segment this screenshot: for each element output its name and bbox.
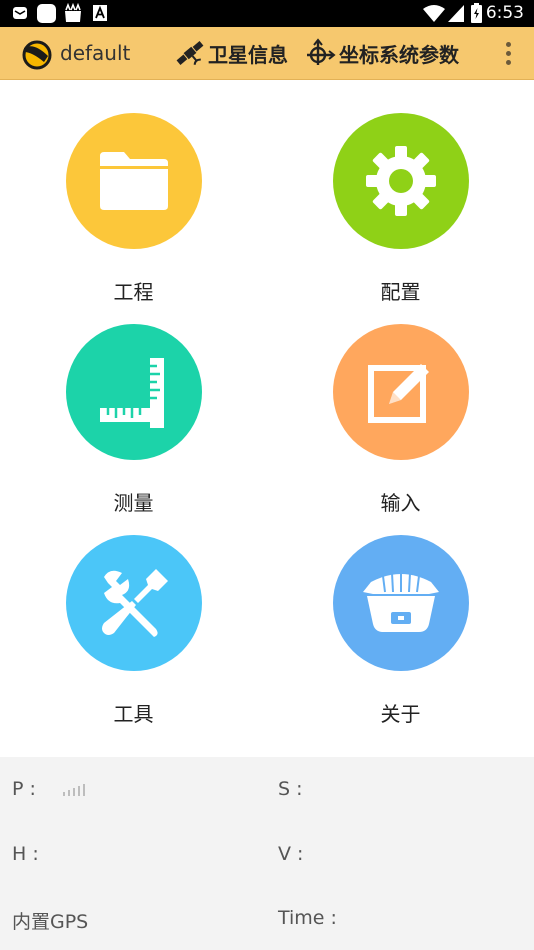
satellites-label: S : [278, 778, 303, 800]
hrms-label: H : [12, 843, 39, 865]
app-title[interactable]: default [60, 41, 130, 65]
tile-input[interactable]: 输入 [267, 291, 534, 515]
gnss-receiver-icon [363, 572, 439, 632]
folder-icon [100, 152, 168, 210]
tile-config[interactable]: 配置 [267, 80, 534, 304]
tile-tools-circle [66, 535, 202, 671]
satellite-info-button[interactable]: 卫星信息 [174, 37, 288, 69]
vrms-label: V : [278, 843, 304, 865]
app-bar: default 卫星信息 坐标系统参数 [0, 27, 534, 80]
ruler-icon [100, 358, 164, 428]
gps-source-label: 内置GPS [12, 911, 89, 933]
time-label: Time : [278, 907, 337, 929]
clock: 6:53 [485, 3, 524, 23]
tile-about-circle [333, 535, 469, 671]
mail-icon [13, 7, 27, 19]
text-icon [93, 5, 107, 21]
store-icon [65, 3, 81, 22]
tile-config-circle [333, 113, 469, 249]
tile-project-circle [66, 113, 202, 249]
more-vertical-icon[interactable] [504, 42, 512, 68]
status-bar: 6:53 [0, 0, 534, 27]
edit-icon [368, 364, 429, 423]
tile-project[interactable]: 工程 [0, 80, 267, 304]
crosshair-icon [307, 38, 336, 65]
signal-bars-icon [63, 782, 88, 796]
coordinate-system-button[interactable]: 坐标系统参数 [305, 37, 459, 69]
tile-tools[interactable]: 工具 [0, 502, 267, 726]
app-icon [37, 4, 56, 23]
tile-input-circle [333, 324, 469, 460]
tile-about-label: 关于 [380, 702, 421, 726]
battery-icon [471, 3, 482, 23]
signal-icon [448, 5, 464, 22]
wifi-icon [423, 5, 445, 22]
tile-about[interactable]: 关于 [267, 502, 534, 726]
coordinate-system-label: 坐标系统参数 [339, 42, 459, 67]
tile-survey-circle [66, 324, 202, 460]
tools-icon [102, 569, 168, 637]
satellite-icon [176, 41, 204, 65]
app-logo-icon [22, 40, 52, 70]
tile-tools-label: 工具 [113, 702, 154, 726]
position-label: P : [12, 778, 36, 800]
gear-icon [366, 146, 436, 216]
tile-survey[interactable]: 测量 [0, 291, 267, 515]
satellite-info-label: 卫星信息 [208, 42, 288, 67]
